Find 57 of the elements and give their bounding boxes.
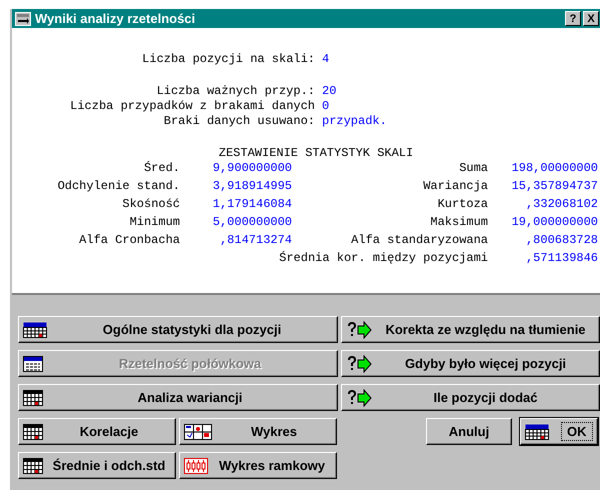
stat-value: 3,918914995 [212, 178, 292, 195]
action-button[interactable]: Średnie i odch.std [18, 452, 176, 479]
action-button[interactable]: Analiza wariancji [18, 384, 338, 411]
grid-icon [23, 458, 43, 474]
action-button[interactable]: Wykres ramkowy [179, 452, 337, 479]
stat-value: 198,00000000 [510, 160, 598, 177]
action-button[interactable]: Ile pozycji dodać [341, 384, 600, 411]
close-button[interactable]: X [583, 11, 599, 26]
boxplot-icon [184, 458, 208, 474]
field-value: 4 [322, 52, 330, 66]
field-label: Liczba pozycji na skali: [141, 52, 315, 66]
grid-icon [23, 390, 43, 406]
field-value: 0 [322, 99, 330, 113]
chart-grid-icon [184, 424, 212, 440]
stat-value: ,332068102 [524, 196, 598, 213]
spreadsheet-icon [23, 322, 47, 338]
action-button[interactable]: Korelacje [18, 418, 176, 445]
stat-value: 1,179146084 [212, 196, 292, 213]
stat-value: 9,900000000 [212, 160, 292, 177]
spreadsheet-icon [525, 424, 549, 440]
stat-label: Średnia kor. między pozycjami [278, 250, 488, 267]
help-button[interactable]: ? [565, 11, 581, 26]
stat-label: Odchylenie stand. [56, 178, 180, 195]
stat-label: Wariancja [422, 178, 488, 195]
field-label: Liczba ważnych przyp.: [156, 84, 315, 98]
section-heading: ZESTAWIENIE STATYSTYK SKALI [218, 146, 414, 160]
help-arrow-icon [346, 354, 372, 372]
grid-icon [23, 424, 43, 440]
table-icon [23, 356, 43, 372]
stat-label: Śred. [142, 160, 180, 177]
stat-label: Alfa standaryzowana [350, 232, 488, 249]
app-icon [15, 12, 31, 26]
action-button[interactable]: Gdyby było więcej pozycji [341, 350, 600, 377]
action-button[interactable]: Wykres [179, 418, 337, 445]
stat-label: Minimum [128, 214, 180, 231]
window-title: Wyniki analizy rzetelności [35, 11, 196, 26]
stat-label: Skośność [121, 196, 180, 213]
stat-value: 15,357894737 [510, 178, 598, 195]
action-button[interactable]: Korekta ze względu na tłumienie [341, 316, 600, 343]
ok-button[interactable]: OK [520, 418, 598, 445]
stat-value: ,800683728 [524, 232, 598, 249]
field-label: Liczba przypadków z brakami danych [69, 99, 315, 113]
field-value: 20 [322, 84, 338, 98]
action-button[interactable]: Ogólne statystyki dla pozycji [18, 316, 338, 343]
stat-label: Kurtoza [436, 196, 488, 213]
stat-label: Maksimum [429, 214, 488, 231]
cancel-button[interactable]: Anuluj [426, 418, 512, 445]
stat-label: Suma [458, 160, 488, 177]
stat-value: 5,000000000 [212, 214, 292, 231]
stat-value: ,814713274 [218, 232, 292, 249]
stat-value: ,571139846 [524, 250, 598, 267]
field-label: Braki danych usuwano: [162, 114, 315, 128]
help-arrow-icon [346, 320, 372, 338]
help-arrow-icon [346, 388, 372, 406]
stat-label: Alfa Cronbacha [78, 232, 180, 249]
field-value: przypadk. [322, 114, 388, 128]
stat-value: 19,000000000 [510, 214, 598, 231]
